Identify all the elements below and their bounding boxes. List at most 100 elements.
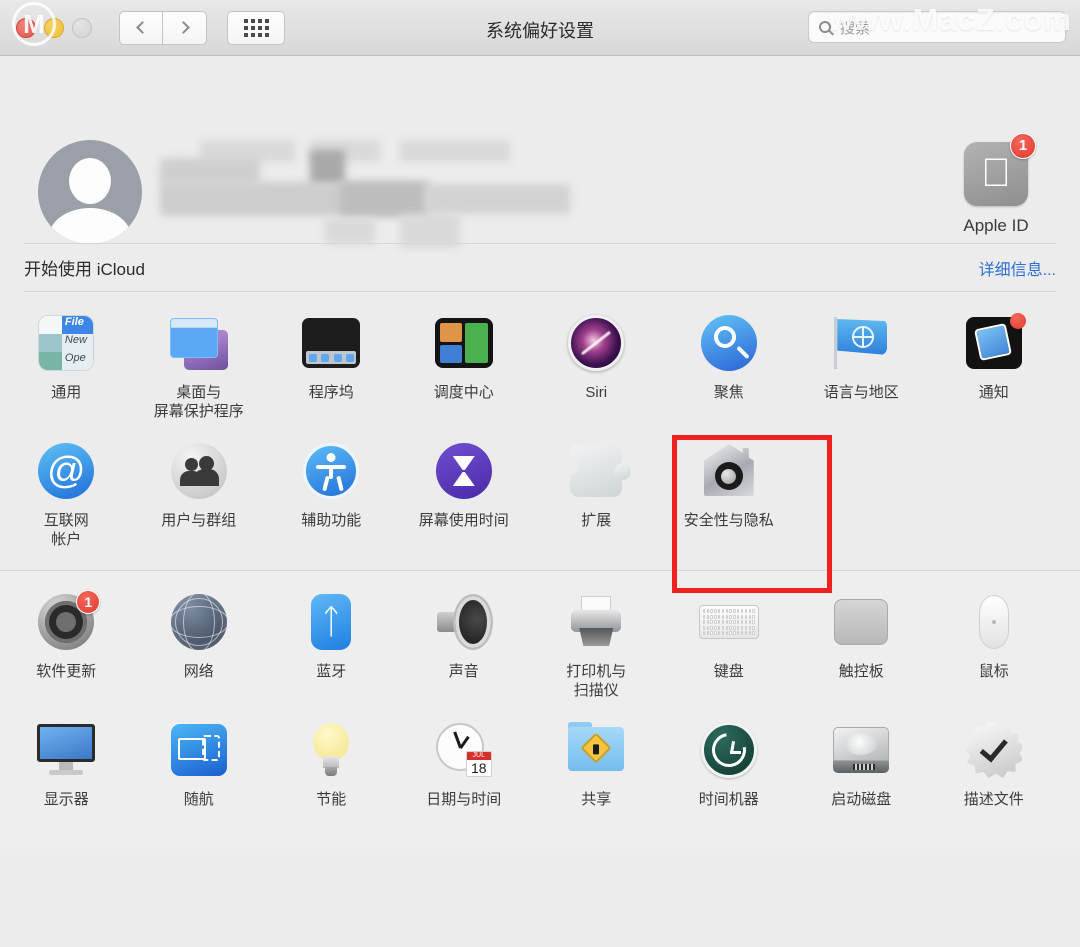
pref-item-software-update[interactable]: 1 软件更新	[0, 585, 133, 713]
close-button[interactable]	[16, 17, 36, 38]
pref-label: 聚焦	[713, 384, 744, 401]
apple-glyph: 	[981, 153, 1011, 193]
extensions-icon	[562, 445, 632, 497]
show-all-button[interactable]	[227, 10, 285, 45]
apple-id-item[interactable]:  1 Apple ID	[936, 133, 1056, 236]
trackpad-icon	[834, 599, 889, 645]
pref-label: 安全性与隐私	[683, 512, 774, 529]
pref-item-startup-disk[interactable]: 启动磁盘	[795, 713, 928, 841]
pref-item-sound[interactable]: 声音	[398, 585, 531, 713]
network-icon	[170, 594, 227, 650]
time-machine-icon	[700, 722, 757, 778]
calendar-month: JUL	[466, 752, 491, 760]
pref-label: 桌面与 屏幕保护程序	[153, 384, 244, 420]
calendar-day: 18	[470, 760, 487, 776]
pref-item-sharing[interactable]: 共享	[530, 713, 663, 841]
minimize-button[interactable]	[44, 17, 64, 38]
pref-item-notifications[interactable]: 通知	[928, 306, 1061, 434]
pref-label: 随航	[183, 791, 214, 808]
preferences-row: File New Ope 通用 桌面与 屏幕保护程序 程序坞 调度中心 Siri…	[0, 306, 1080, 434]
energy-saver-icon	[310, 723, 352, 777]
forward-button[interactable]	[163, 10, 207, 45]
apple-logo-icon:  1	[964, 133, 1036, 206]
pref-label: 通知	[978, 384, 1009, 401]
pref-item-extensions[interactable]: 扩展	[530, 434, 663, 562]
notifications-icon	[965, 313, 1026, 369]
pref-item-empty	[928, 434, 1061, 562]
avatar[interactable]	[38, 140, 142, 244]
preferences-row: 显示器 随航 节能 JUL 18 日期与时间 共享 时间机器 启动磁盘 描述文件	[0, 713, 1080, 841]
software-update-icon: 1	[38, 590, 101, 650]
apple-id-label: Apple ID	[963, 216, 1029, 235]
pref-item-energy-saver[interactable]: 节能	[265, 713, 398, 841]
back-button[interactable]	[119, 10, 163, 45]
pref-item-screen-time[interactable]: 屏幕使用时间	[398, 434, 531, 562]
accessibility-icon	[303, 443, 360, 499]
pref-item-language-region[interactable]: 语言与地区	[795, 306, 928, 434]
pref-item-users-groups[interactable]: 用户与群组	[133, 434, 266, 562]
pref-label: 时间机器	[698, 791, 759, 808]
pref-label: 日期与时间	[426, 791, 502, 808]
printers-scanners-icon	[567, 596, 625, 648]
sharing-icon	[568, 722, 625, 773]
date-time-icon: JUL 18	[435, 723, 492, 777]
pref-item-displays[interactable]: 显示器	[0, 713, 133, 841]
preferences-row: @ 互联网 帐户 用户与群组 辅助功能 屏幕使用时间 扩展 安全性与隐私	[0, 434, 1080, 562]
software-update-badge: 1	[76, 590, 101, 614]
pref-label: 鼠标	[978, 663, 1009, 680]
pref-item-desktop-screensaver[interactable]: 桌面与 屏幕保护程序	[133, 306, 266, 434]
pref-label: 触控板	[838, 663, 884, 680]
internet-accounts-icon: @	[38, 443, 95, 499]
screen-time-icon	[435, 443, 492, 499]
sidecar-icon	[170, 724, 227, 776]
pref-item-printers-scanners[interactable]: 打印机与 扫描仪	[530, 585, 663, 713]
search-container[interactable]: 搜索	[808, 11, 1066, 43]
pref-item-mouse[interactable]: 鼠标	[928, 585, 1061, 713]
profiles-icon	[965, 722, 1022, 778]
pref-item-empty	[795, 434, 928, 562]
pref-label: 网络	[183, 663, 214, 680]
avatar-head-icon	[69, 158, 111, 204]
startup-disk-icon	[833, 727, 890, 773]
pref-item-profiles[interactable]: 描述文件	[928, 713, 1061, 841]
pref-item-dock[interactable]: 程序坞	[265, 306, 398, 434]
spotlight-icon	[700, 315, 757, 371]
pref-item-security-privacy[interactable]: 安全性与隐私	[663, 434, 796, 562]
preferences-row: 1 软件更新 网络 ᛏ 蓝牙 声音 打印机与 扫描仪 键盘 触控板 鼠标	[0, 585, 1080, 713]
system-preferences-window: 系统偏好设置 搜索 M www.MacZ.com 1 Apple ID 开始使用…	[0, 0, 1080, 947]
chevron-left-icon	[136, 21, 149, 34]
pref-item-date-time[interactable]: JUL 18 日期与时间	[398, 713, 531, 841]
icloud-text: 开始使用 iCloud	[24, 260, 145, 279]
search-input[interactable]: 搜索	[808, 11, 1066, 43]
account-section:  1 Apple ID	[0, 56, 1080, 248]
pref-label: 用户与群组	[161, 512, 237, 529]
zoom-button[interactable]	[72, 17, 92, 38]
pref-item-network[interactable]: 网络	[133, 585, 266, 713]
pref-item-mission-control[interactable]: 调度中心	[398, 306, 531, 434]
icloud-banner: 开始使用 iCloud 详细信息...	[24, 243, 1056, 292]
chevron-right-icon	[176, 21, 190, 34]
pref-item-sidecar[interactable]: 随航	[133, 713, 266, 841]
pref-item-siri[interactable]: Siri	[530, 306, 663, 434]
pref-item-spotlight[interactable]: 聚焦	[663, 306, 796, 434]
pref-item-time-machine[interactable]: 时间机器	[663, 713, 796, 841]
search-icon	[819, 21, 831, 33]
pref-item-general[interactable]: File New Ope 通用	[0, 306, 133, 434]
search-placeholder: 搜索	[840, 19, 871, 37]
pref-item-trackpad[interactable]: 触控板	[795, 585, 928, 713]
icloud-details-link[interactable]: 详细信息...	[979, 256, 1056, 280]
pref-label: 打印机与 扫描仪	[566, 663, 627, 699]
pref-label: 显示器	[43, 791, 89, 808]
mouse-icon	[978, 595, 1009, 649]
pref-item-bluetooth[interactable]: ᛏ 蓝牙	[265, 585, 398, 713]
grid-dots-icon	[243, 18, 269, 37]
traffic-lights	[16, 17, 92, 38]
pref-label: 描述文件	[963, 791, 1024, 808]
pref-item-accessibility[interactable]: 辅助功能	[265, 434, 398, 562]
pref-item-keyboard[interactable]: 键盘	[663, 585, 796, 713]
security-privacy-icon	[701, 444, 757, 498]
pref-label: 互联网 帐户	[43, 512, 89, 548]
pref-item-internet-accounts[interactable]: @ 互联网 帐户	[0, 434, 133, 562]
sound-icon	[435, 596, 493, 648]
keyboard-icon	[698, 605, 759, 639]
